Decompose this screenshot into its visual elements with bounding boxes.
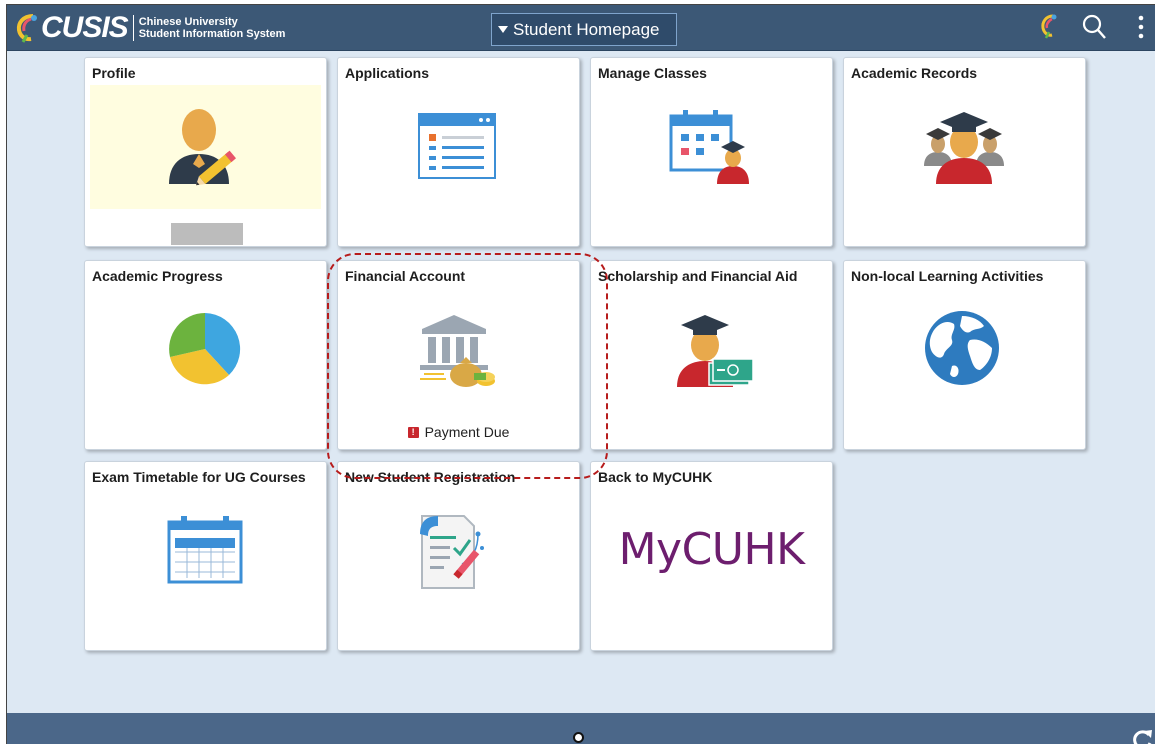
tile-nonlocal-learning[interactable]: Non-local Learning Activities [843, 260, 1086, 450]
profile-name-redacted [171, 223, 243, 245]
tile-back-to-mycuhk[interactable]: Back to MyCUHK MyCUHK [590, 461, 833, 651]
caret-down-icon [498, 26, 508, 33]
mycuhk-logo: MyCUHK [618, 524, 805, 575]
tile-academic-progress-title: Academic Progress [92, 268, 223, 284]
navbar-icon[interactable] [1039, 13, 1059, 39]
logo-subtitle-line1: Chinese University [138, 16, 238, 28]
scholarship-student-icon [677, 315, 753, 387]
refresh-icon[interactable] [1131, 727, 1153, 744]
homepage-selector-label: Student Homepage [513, 19, 660, 39]
tile-back-to-mycuhk-title: Back to MyCUHK [598, 469, 713, 485]
logo-divider [132, 15, 134, 41]
homepage-selector[interactable]: Student Homepage [491, 13, 677, 46]
tile-new-student-registration-title: New Student Registration [345, 469, 516, 485]
tile-financial-account-title: Financial Account [345, 268, 466, 284]
tile-new-student-registration[interactable]: New Student Registration [337, 461, 580, 651]
profile-edit-icon [169, 109, 237, 186]
tile-academic-records[interactable]: Academic Records [843, 57, 1086, 247]
app-frame: CUSIS Chinese University Student Informa… [6, 4, 1155, 744]
logo-subtitle-line2: Student Information System [138, 28, 286, 40]
tile-scholarship-title: Scholarship and Financial Aid [598, 268, 798, 284]
more-actions-icon[interactable] [1137, 13, 1145, 41]
logo-wordmark: CUSIS [41, 11, 129, 44]
graduates-icon [924, 112, 1004, 184]
class-calendar-icon [669, 110, 749, 184]
logo-subtitle: Chinese University Student Information S… [139, 16, 286, 40]
tile-profile[interactable]: Profile [84, 57, 327, 247]
payment-status-text: Payment Due [424, 424, 510, 440]
tile-scholarship[interactable]: Scholarship and Financial Aid [590, 260, 833, 450]
tile-manage-classes-title: Manage Classes [598, 65, 707, 81]
registration-form-icon [420, 515, 484, 589]
tile-academic-records-title: Academic Records [851, 65, 978, 81]
timetable-calendar-icon [167, 516, 243, 584]
pie-chart-icon [169, 313, 241, 385]
tile-applications-title: Applications [345, 65, 430, 81]
tile-nonlocal-learning-title: Non-local Learning Activities [851, 268, 1044, 284]
page-indicator-dot[interactable] [573, 732, 584, 743]
tile-exam-timetable-title: Exam Timetable for UG Courses [92, 469, 306, 485]
tile-exam-timetable[interactable]: Exam Timetable for UG Courses [84, 461, 327, 651]
payment-status: ! Payment Due [338, 424, 579, 440]
tile-manage-classes[interactable]: Manage Classes [590, 57, 833, 247]
tile-academic-progress[interactable]: Academic Progress [84, 260, 327, 450]
top-navbar: CUSIS Chinese University Student Informa… [7, 5, 1155, 51]
globe-icon [925, 311, 999, 385]
bottom-bar [7, 713, 1155, 744]
tile-profile-title: Profile [92, 65, 136, 81]
applications-form-icon [418, 113, 496, 179]
cusis-logo-icon [16, 14, 37, 43]
alert-badge-icon: ! [407, 426, 419, 438]
cusis-logo[interactable]: CUSIS Chinese University Student Informa… [15, 11, 285, 45]
tile-financial-account[interactable]: Financial Account ! Payment Due [337, 260, 580, 450]
search-icon[interactable] [1081, 13, 1107, 41]
tile-applications[interactable]: Applications [337, 57, 580, 247]
bank-money-icon [420, 315, 495, 387]
